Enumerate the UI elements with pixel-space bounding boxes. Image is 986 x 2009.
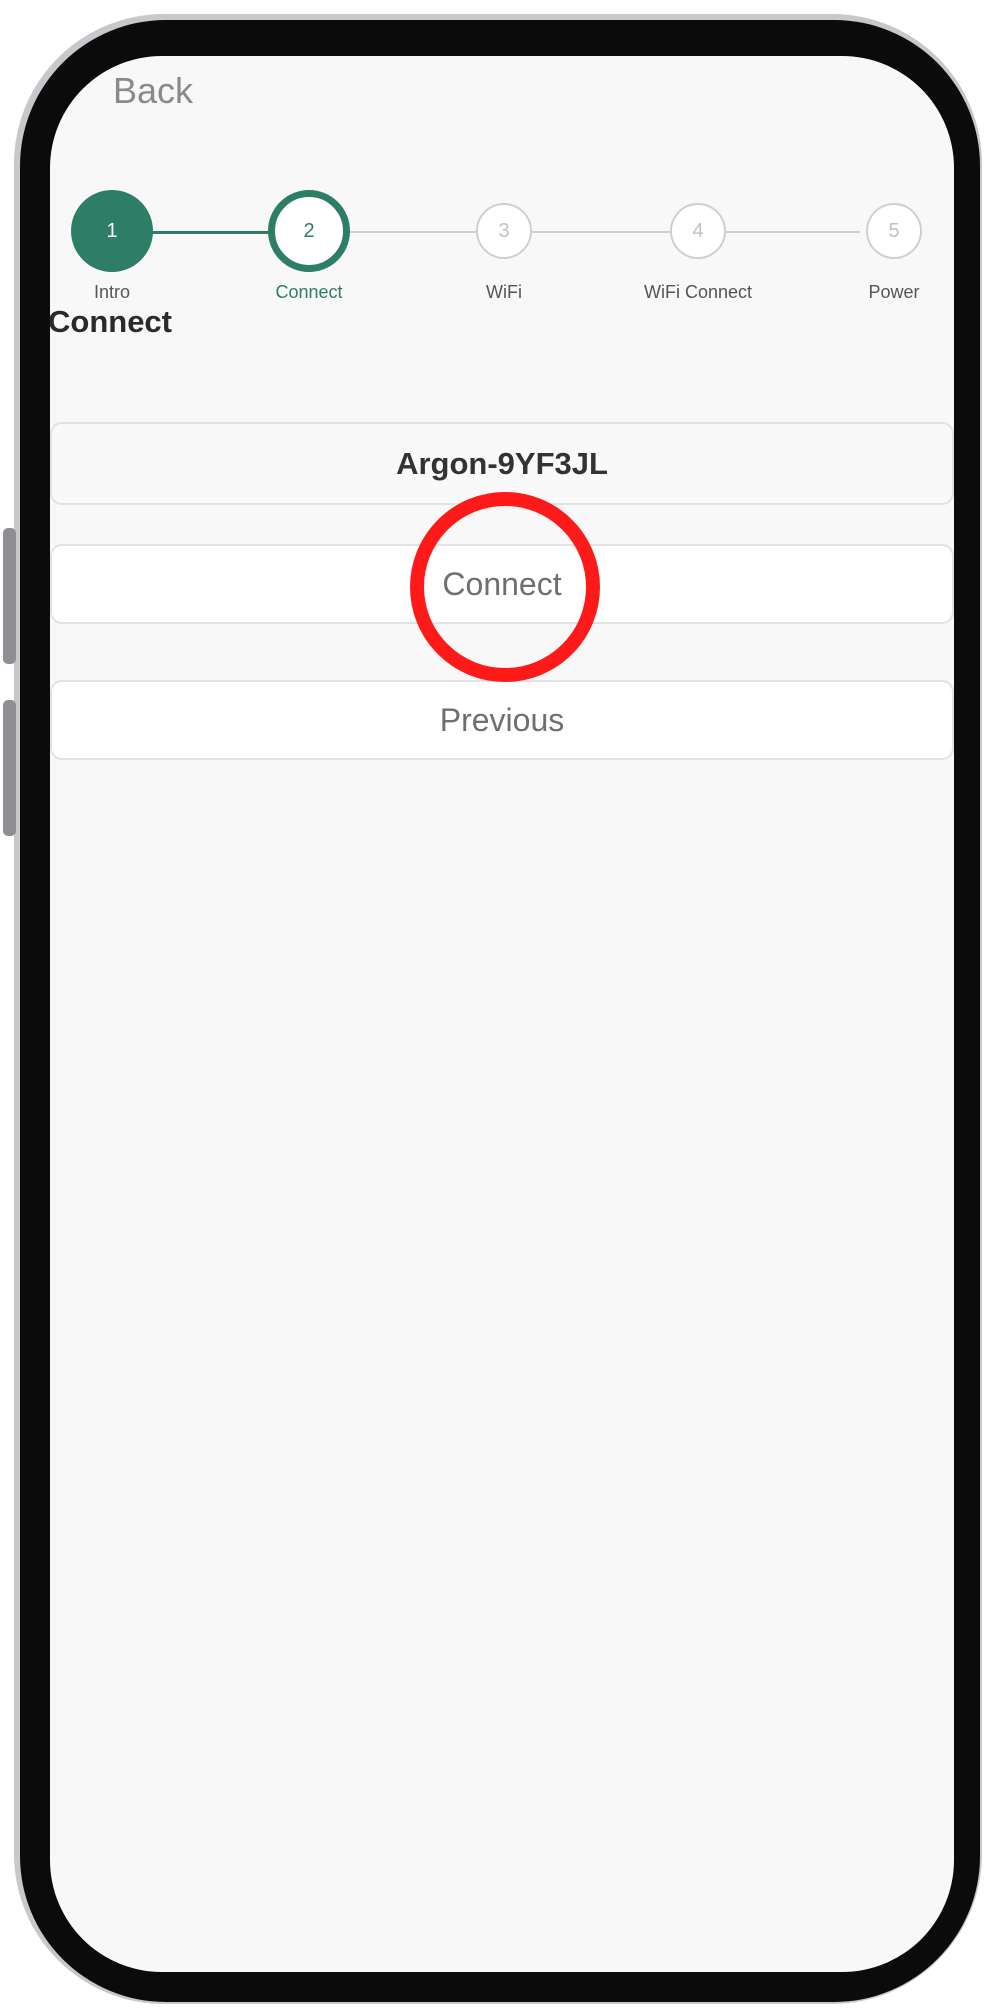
step-1-circle: 1 xyxy=(71,190,153,272)
step-wifi-connect: 4 WiFi Connect xyxy=(618,190,778,303)
app-screen: Back 1 Intro 2 Connect 3 WiFi 4 WiFi Con… xyxy=(50,56,954,1972)
step-connect: 2 Connect xyxy=(229,190,389,303)
step-5-label: Power xyxy=(868,282,920,302)
step-3-circle: 3 xyxy=(476,203,532,259)
step-power: 5 Power xyxy=(814,190,954,303)
device-name-card: Argon-9YF3JL xyxy=(50,422,954,505)
progress-stepper: 1 Intro 2 Connect 3 WiFi 4 WiFi Connect … xyxy=(50,136,954,302)
volume-up-button xyxy=(3,528,16,664)
connect-button-label: Connect xyxy=(442,565,562,602)
volume-down-button xyxy=(3,700,16,836)
step-1-label: Intro xyxy=(93,282,131,302)
step-2-circle: 2 xyxy=(268,190,350,272)
step-wifi: 3 WiFi xyxy=(424,190,584,303)
back-button[interactable]: Back xyxy=(113,70,193,112)
previous-button-label: Previous xyxy=(439,701,565,738)
step-4-circle: 4 xyxy=(670,203,726,259)
step-3-label: WiFi xyxy=(486,282,522,302)
connect-button[interactable]: Connect xyxy=(50,544,954,624)
page: Back 1 Intro 2 Connect 3 WiFi 4 WiFi Con… xyxy=(0,0,986,2009)
step-5-circle: 5 xyxy=(866,203,922,259)
previous-button[interactable]: Previous xyxy=(50,680,954,760)
device-name: Argon-9YF3JL xyxy=(396,445,608,481)
step-intro: 1 Intro xyxy=(50,190,192,303)
page-title: Connect xyxy=(50,304,172,339)
step-2-label: Connect xyxy=(275,282,343,302)
step-4-label: WiFi Connect xyxy=(643,282,753,302)
